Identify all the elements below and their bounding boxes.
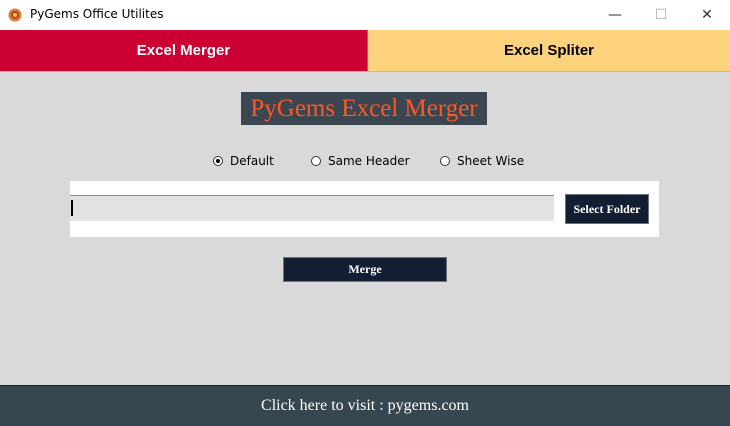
radio-unselected-icon bbox=[311, 156, 321, 166]
maximize-icon: ☐ bbox=[654, 7, 668, 23]
page-title: PyGems Excel Merger bbox=[241, 92, 487, 125]
radio-label: Default bbox=[230, 154, 274, 168]
radio-selected-icon bbox=[213, 156, 223, 166]
maximize-button[interactable]: ☐ bbox=[638, 0, 684, 30]
text-caret bbox=[71, 200, 73, 216]
radio-unselected-icon bbox=[440, 156, 450, 166]
merge-button[interactable]: Merge bbox=[283, 257, 447, 282]
footer-link[interactable]: Click here to visit : pygems.com bbox=[0, 385, 730, 426]
folder-path-input[interactable] bbox=[70, 195, 554, 221]
close-icon: ✕ bbox=[701, 7, 713, 23]
minimize-button[interactable]: — bbox=[592, 0, 638, 30]
select-folder-button[interactable]: Select Folder bbox=[565, 194, 649, 224]
tab-underline bbox=[0, 71, 730, 72]
radio-sheet-wise[interactable]: Sheet Wise bbox=[440, 154, 524, 168]
tab-excel-spliter[interactable]: Excel Spliter bbox=[368, 30, 730, 71]
radio-label: Same Header bbox=[328, 154, 410, 168]
folder-panel: Select Folder bbox=[70, 181, 659, 237]
radio-same-header[interactable]: Same Header bbox=[311, 154, 410, 168]
radio-label: Sheet Wise bbox=[457, 154, 525, 168]
tab-label: Excel Merger bbox=[136, 42, 231, 59]
tab-label: Excel Spliter bbox=[503, 42, 595, 59]
minimize-icon: — bbox=[608, 7, 622, 23]
window-title: PyGems Office Utilites bbox=[30, 7, 164, 21]
pygems-logo-icon bbox=[8, 8, 22, 22]
title-bar: PyGems Office Utilites — ☐ ✕ bbox=[0, 0, 730, 30]
tab-excel-merger[interactable]: Excel Merger bbox=[0, 30, 367, 71]
radio-default[interactable]: Default bbox=[213, 154, 274, 168]
merge-mode-options: Default Same Header Sheet Wise bbox=[0, 154, 730, 172]
tab-bar: Excel Merger Excel Spliter bbox=[0, 30, 730, 72]
close-button[interactable]: ✕ bbox=[684, 0, 730, 30]
